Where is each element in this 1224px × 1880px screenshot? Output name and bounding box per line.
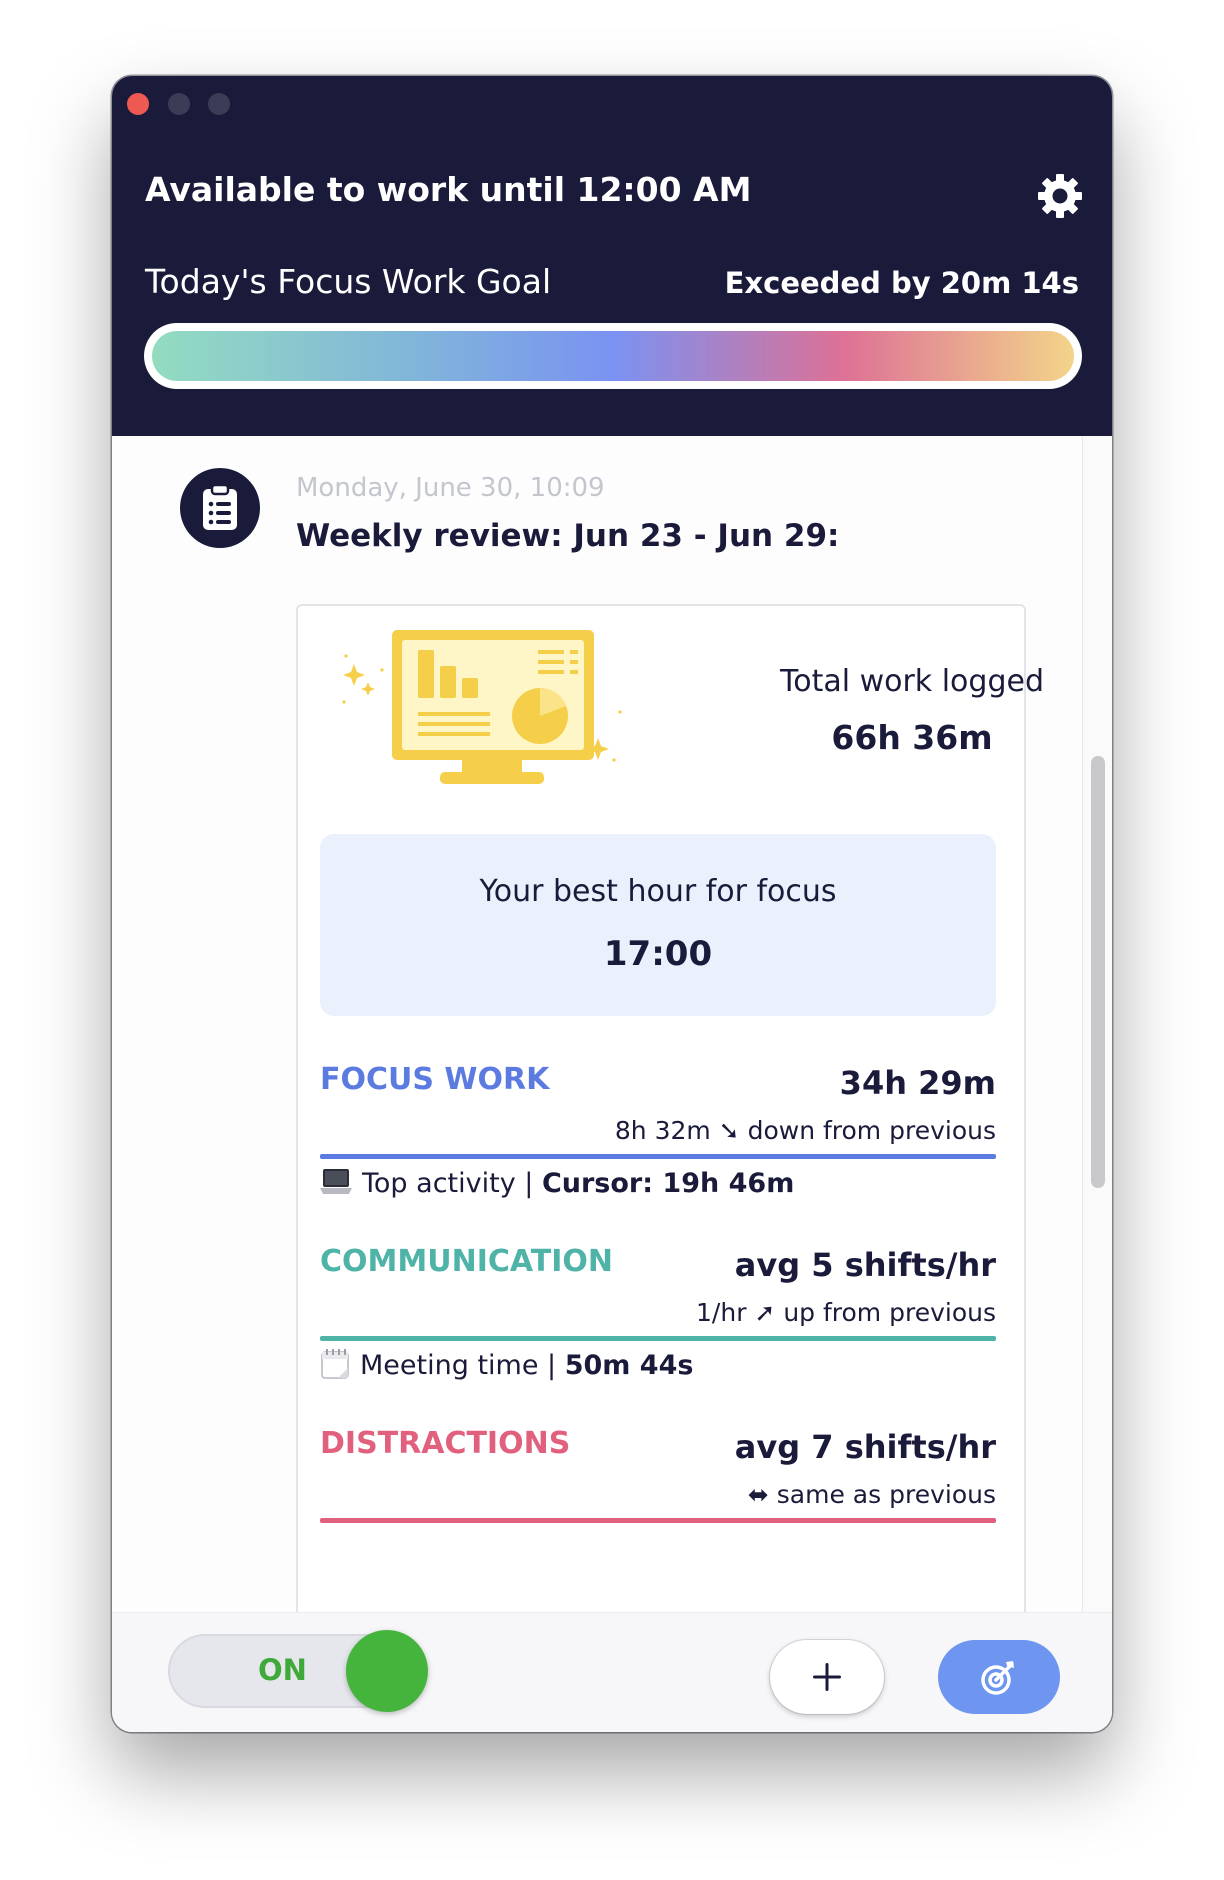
- distractions-trend: ⬌ same as previous: [747, 1480, 996, 1509]
- focus-work-detail-value: Cursor: 19h 46m: [541, 1168, 795, 1199]
- toggle-knob[interactable]: [346, 1630, 428, 1712]
- availability-text: Available to work until 12:00 AM: [145, 170, 752, 209]
- focus-session-button[interactable]: [938, 1640, 1060, 1714]
- focus-work-detail-label: Top activity |: [362, 1168, 542, 1199]
- avatar: [180, 468, 260, 548]
- app-window: Available to work until 12:00 AM Today's…: [112, 76, 1112, 1732]
- goal-progress-bar: [144, 323, 1082, 389]
- toggle-label: ON: [258, 1653, 307, 1687]
- focus-work-divider: [320, 1154, 996, 1159]
- communication-divider: [320, 1336, 996, 1341]
- communication-detail: Meeting time | 50m 44s: [320, 1348, 694, 1383]
- communication-trend: 1/hr ➚ up from previous: [696, 1298, 996, 1327]
- clipboard-icon: [203, 484, 237, 530]
- best-hour-value: 17:00: [603, 934, 713, 974]
- calendar-icon: [321, 1348, 349, 1379]
- focus-work-trend: 8h 32m ➘ down from previous: [614, 1116, 996, 1145]
- tracking-toggle[interactable]: ON: [168, 1630, 428, 1712]
- communication-detail-value: 50m 44s: [564, 1350, 694, 1381]
- best-hour-box: Your best hour for focus 17:00: [320, 834, 996, 1016]
- communication-value: avg 5 shifts/hr: [734, 1246, 996, 1284]
- target-arrow-icon: [981, 1661, 1014, 1695]
- distractions-value: avg 7 shifts/hr: [734, 1428, 996, 1466]
- total-work-label: Total work logged: [779, 664, 1044, 699]
- focus-work-detail: Top activity | Cursor: 19h 46m: [320, 1168, 794, 1200]
- minimize-window-button[interactable]: [168, 93, 190, 115]
- close-window-button[interactable]: [127, 93, 149, 115]
- distractions-title: DISTRACTIONS: [320, 1426, 571, 1461]
- focus-work-title: FOCUS WORK: [320, 1062, 550, 1097]
- scrollbar-thumb[interactable]: [1091, 756, 1105, 1188]
- dashboard-monitor-icon: [342, 630, 622, 784]
- add-button[interactable]: [770, 1640, 884, 1714]
- communication-title: COMMUNICATION: [320, 1244, 613, 1279]
- goal-label: Today's Focus Work Goal: [145, 262, 552, 301]
- laptop-icon: [320, 1168, 352, 1194]
- message-timestamp: Monday, June 30, 10:09: [296, 473, 605, 503]
- gear-icon[interactable]: [1036, 172, 1084, 220]
- goal-progress-fill: [152, 331, 1074, 381]
- best-hour-label: Your best hour for focus: [479, 874, 837, 909]
- header: Available to work until 12:00 AM Today's…: [112, 76, 1112, 436]
- message-title: Weekly review: Jun 23 - Jun 29:: [296, 518, 840, 554]
- total-work-value: 66h 36m: [831, 718, 993, 757]
- focus-work-value: 34h 29m: [839, 1064, 996, 1102]
- communication-detail-label: Meeting time |: [360, 1350, 565, 1381]
- zoom-window-button[interactable]: [208, 93, 230, 115]
- plus-icon: [813, 1663, 841, 1691]
- distractions-divider: [320, 1518, 996, 1523]
- goal-status: Exceeded by 20m 14s: [724, 266, 1079, 300]
